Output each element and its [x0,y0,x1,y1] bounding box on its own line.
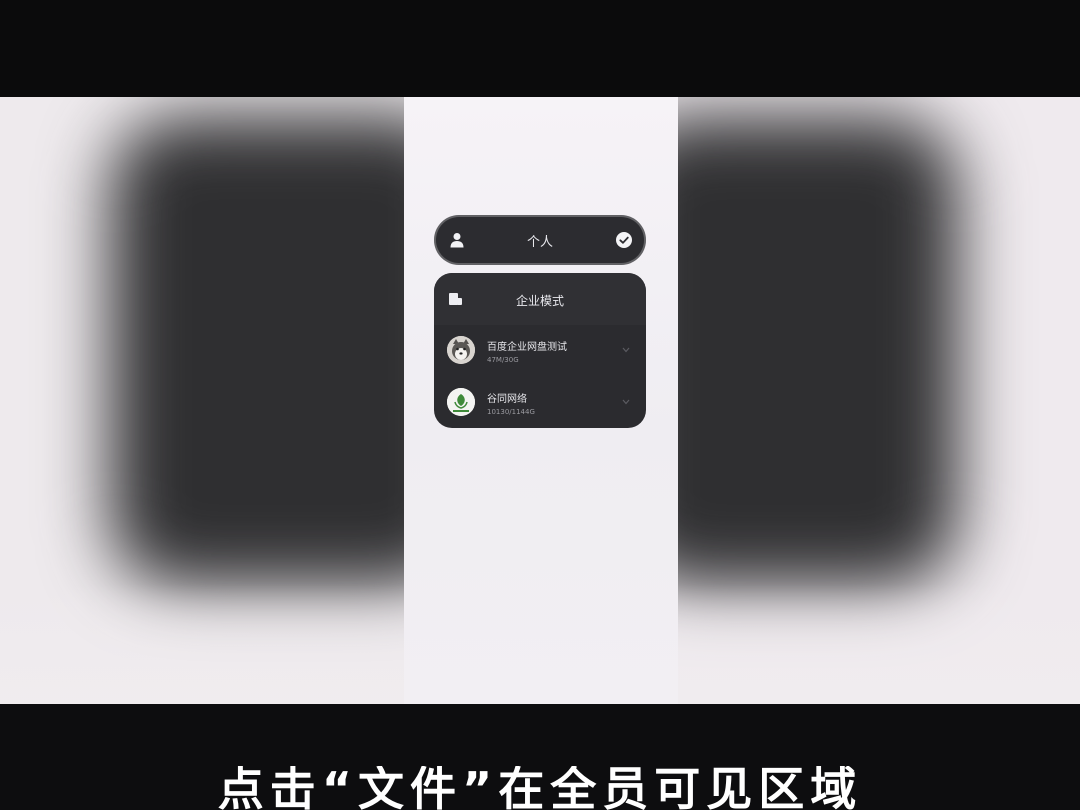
enterprise-mode-panel: 企业模式 百度企业网盘测试 47M/30G 谷同网络 10130/1144G [434,273,646,428]
personal-account-option[interactable]: 个人 [434,215,646,265]
check-circle-icon [616,232,632,248]
org-usage: 10130/1144G [487,408,535,416]
chevron-down-icon [622,347,630,353]
org-usage: 47M/30G [487,356,519,364]
enterprise-mode-title: 企业模式 [515,294,564,308]
phone-screen: 个人 企业模式 百度企业网盘测试 47M/30G 谷同网络 10130/1144… [404,97,678,704]
leaf-logo-avatar [447,388,475,416]
caption-text: 点击“文件”在全员可见区域 [217,766,863,810]
org-name: 百度企业网盘测试 [487,342,567,353]
letterbox-top [0,0,1080,97]
blurred-background-right [678,97,1080,704]
enterprise-mode-header: 企业模式 [434,273,646,325]
blurred-background-left [0,97,404,704]
org-item-baidu-test[interactable]: 百度企业网盘测试 47M/30G [434,325,646,377]
org-name: 谷同网络 [487,394,527,405]
video-frame: 个人 企业模式 百度企业网盘测试 47M/30G 谷同网络 10130/1144… [0,97,1080,704]
chevron-down-icon [622,399,630,405]
husky-avatar [447,336,475,364]
personal-label: 个人 [526,235,553,250]
org-item-gutong[interactable]: 谷同网络 10130/1144G [434,377,646,429]
subtitle-caption: 点击“文件”在全员可见区域 [0,766,1080,810]
